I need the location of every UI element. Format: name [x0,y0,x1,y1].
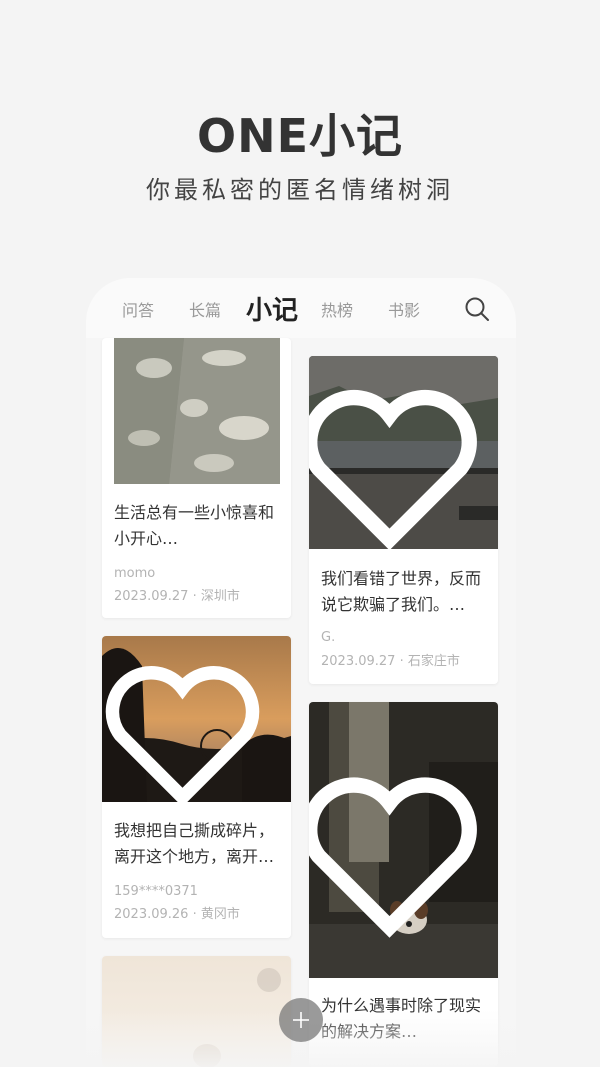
note-card[interactable]: 我想把自己撕成碎片，离开这个地方，离开… 159****0371 2023.09… [102,636,291,938]
plus-icon [293,1012,309,1028]
card-photo-lake [309,356,498,549]
heart-icon[interactable] [102,652,277,802]
card-photo-sunset [102,636,291,802]
tab-hot[interactable]: 热榜 [321,297,353,321]
search-icon[interactable] [464,296,490,322]
tab-qa[interactable]: 问答 [122,297,154,321]
card-meta: 2023.09.27 · 石家庄市 [321,650,460,669]
meta-separator: · [399,654,404,669]
heart-icon[interactable] [257,968,281,992]
card-date: 2023.09.27 [114,589,189,604]
meta-separator: · [192,907,197,922]
card-city: 黄冈市 [200,907,240,922]
meta-separator: · [192,589,197,604]
add-note-button[interactable] [279,998,323,1042]
card-date: 2023.09.27 [321,654,396,669]
tab-bar: 问答 长篇 小记 热榜 书影 [86,278,516,338]
card-author: G. [321,630,336,645]
card-author: 159****0371 [114,884,198,899]
tab-books-films[interactable]: 书影 [388,297,420,321]
tab-longform[interactable]: 长篇 [189,297,221,321]
app-subtitle: 你最私密的匿名情绪树洞 [146,176,454,204]
tab-notes[interactable]: 小记 [246,290,298,327]
card-text: 我们看错了世界，反而说它欺骗了我们。… [321,569,482,614]
card-photo-dog [309,702,498,978]
card-author: momo [114,566,156,581]
card-meta: 2023.09.27 · 深圳市 [114,585,240,604]
app-screen: ONE小记 你最私密的匿名情绪树洞 问答 长篇 小记 热榜 书影 生活总有一些小… [0,0,600,1067]
app-title: ONE小记 [196,109,404,163]
card-text: 为什么遇事时除了现实的解决方案… [321,996,482,1041]
card-meta: 2023.09.26 · 黄冈市 [114,903,240,922]
card-photo-shadows [114,338,280,484]
note-card[interactable]: 我们看错了世界，反而说它欺骗了我们。… G. 2023.09.27 · 石家庄市 [309,356,498,684]
card-text: 我想把自己撕成碎片，离开这个地方，离开… [114,821,275,866]
note-card[interactable]: 为什么遇事时除了现实的解决方案… [309,702,498,1067]
card-city: 深圳市 [200,589,240,604]
card-city: 石家庄市 [407,654,460,669]
card-photo-hazy [102,956,291,1067]
card-date: 2023.09.26 [114,907,189,922]
heart-icon[interactable] [309,718,484,978]
heart-icon[interactable] [309,372,484,549]
note-card[interactable] [102,956,291,1067]
note-card[interactable]: 生活总有一些小惊喜和小开心… momo 2023.09.27 · 深圳市 [102,338,291,618]
card-text: 生活总有一些小惊喜和小开心… [114,503,275,548]
